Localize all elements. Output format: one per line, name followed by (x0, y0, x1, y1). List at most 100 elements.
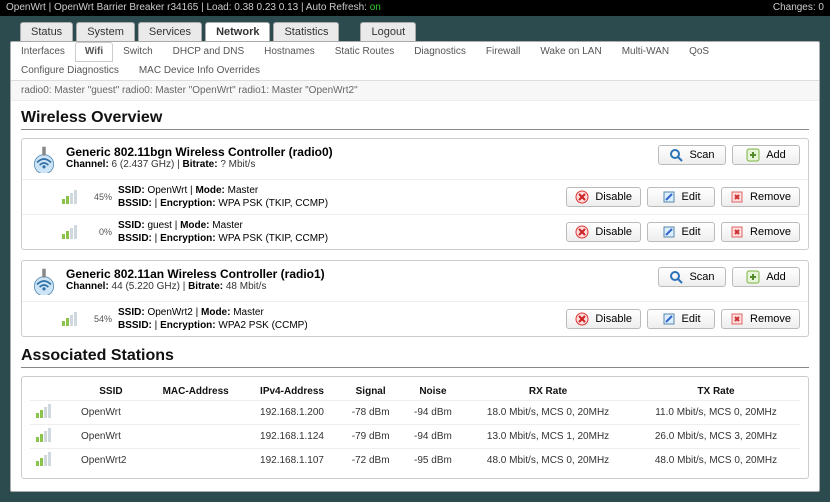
scan-button[interactable]: Scan (658, 145, 726, 165)
signal-bars-icon (62, 225, 82, 239)
cell-mac (147, 425, 245, 449)
radio-title: Generic 802.11bgn Wireless Controller (r… (66, 145, 333, 159)
signal-bars-icon (62, 190, 82, 204)
add-button[interactable]: Add (732, 267, 800, 287)
col-header: Signal (340, 383, 402, 401)
col-header: Noise (402, 383, 464, 401)
disable-icon (575, 312, 589, 326)
disable-icon (575, 190, 589, 204)
cell-ip: 192.168.1.124 (245, 425, 340, 449)
cell-ip: 192.168.1.107 (245, 449, 340, 473)
cell-noise: -95 dBm (402, 449, 464, 473)
subnav-diagnostics[interactable]: Diagnostics (404, 42, 476, 61)
subnav-static-routes[interactable]: Static Routes (325, 42, 404, 61)
station-row: OpenWrt2 192.168.1.107 -72 dBm -95 dBm 4… (30, 449, 800, 473)
remove-button[interactable]: Remove (721, 309, 800, 329)
tab-system[interactable]: System (76, 22, 135, 41)
associated-stations-table: SSIDMAC-AddressIPv4-AddressSignalNoiseRX… (30, 383, 800, 472)
disable-button[interactable]: Disable (566, 187, 641, 207)
remove-button[interactable]: Remove (721, 222, 800, 242)
subnav-qos[interactable]: QoS (679, 42, 719, 61)
edit-icon (662, 190, 676, 204)
col-header: TX Rate (632, 383, 800, 401)
edit-button[interactable]: Edit (647, 309, 715, 329)
subnav-multi-wan[interactable]: Multi-WAN (612, 42, 679, 61)
network-info: SSID: OpenWrt2 | Mode: MasterBSSID: | En… (118, 306, 566, 332)
subnav-hostnames[interactable]: Hostnames (254, 42, 325, 61)
add-button[interactable]: Add (732, 145, 800, 165)
disable-button[interactable]: Disable (566, 309, 641, 329)
signal-percent: 45% (86, 192, 112, 202)
subnav-switch[interactable]: Switch (113, 42, 162, 61)
subnav-wifi[interactable]: Wifi (75, 42, 113, 62)
subnav-wake-on-lan[interactable]: Wake on LAN (530, 42, 611, 61)
col-header: RX Rate (464, 383, 632, 401)
edit-icon (662, 312, 676, 326)
subnav-dhcp-and-dns[interactable]: DHCP and DNS (163, 42, 255, 61)
cell-ssid: OpenWrt2 (75, 449, 147, 473)
radio-card-1: Generic 802.11an Wireless Controller (ra… (21, 260, 809, 337)
signal-percent: 0% (86, 227, 112, 237)
radio-meta: Channel: 44 (5.220 GHz) | Bitrate: 48 Mb… (66, 281, 325, 292)
cell-signal: -79 dBm (340, 425, 402, 449)
autorefresh-state[interactable]: on (370, 2, 381, 13)
scan-button[interactable]: Scan (658, 267, 726, 287)
cell-rx: 48.0 Mbit/s, MCS 0, 20MHz (464, 449, 632, 473)
remove-button[interactable]: Remove (721, 187, 800, 207)
subnav-interfaces[interactable]: Interfaces (11, 42, 75, 61)
cell-tx: 11.0 Mbit/s, MCS 0, 20MHz (632, 401, 800, 425)
cell-signal: -78 dBm (340, 401, 402, 425)
subnav-mac-device-info-overrides[interactable]: MAC Device Info Overrides (129, 61, 270, 80)
add-icon (746, 270, 760, 284)
disable-icon (575, 225, 589, 239)
search-icon (669, 148, 683, 162)
cell-ip: 192.168.1.200 (245, 401, 340, 425)
wifi-controller-icon (30, 145, 58, 173)
cell-signal: -72 dBm (340, 449, 402, 473)
cell-ssid: OpenWrt (75, 425, 147, 449)
edit-button[interactable]: Edit (647, 222, 715, 242)
cell-tx: 48.0 Mbit/s, MCS 0, 20MHz (632, 449, 800, 473)
cell-mac (147, 449, 245, 473)
tab-services[interactable]: Services (138, 22, 202, 41)
network-row: 0% SSID: guest | Mode: MasterBSSID: | En… (22, 214, 808, 249)
sub-nav: InterfacesWifiSwitchDHCP and DNSHostname… (11, 42, 819, 81)
subnav-firewall[interactable]: Firewall (476, 42, 530, 61)
signal-bars-icon (62, 312, 82, 326)
changes-count[interactable]: Changes: 0 (773, 0, 824, 16)
radio-meta: Channel: 6 (2.437 GHz) | Bitrate: ? Mbit… (66, 159, 333, 170)
cell-ssid: OpenWrt (75, 401, 147, 425)
disable-button[interactable]: Disable (566, 222, 641, 242)
col-header (30, 383, 75, 401)
remove-icon (730, 190, 744, 204)
remove-icon (730, 312, 744, 326)
network-info: SSID: OpenWrt | Mode: MasterBSSID: | Enc… (118, 184, 566, 210)
cell-rx: 13.0 Mbit/s, MCS 1, 20MHz (464, 425, 632, 449)
signal-bars-icon (36, 428, 56, 442)
remove-icon (730, 225, 744, 239)
network-row: 45% SSID: OpenWrt | Mode: MasterBSSID: |… (22, 179, 808, 214)
signal-bars-icon (36, 452, 56, 466)
add-icon (746, 148, 760, 162)
tab-logout[interactable]: Logout (360, 22, 416, 41)
col-header: SSID (75, 383, 147, 401)
radio-summary-bar: radio0: Master "guest" radio0: Master "O… (11, 81, 819, 101)
edit-button[interactable]: Edit (647, 187, 715, 207)
col-header: MAC-Address (147, 383, 245, 401)
cell-tx: 26.0 Mbit/s, MCS 3, 20MHz (632, 425, 800, 449)
signal-percent: 54% (86, 314, 112, 324)
wifi-controller-icon (30, 267, 58, 295)
wireless-overview-heading: Wireless Overview (21, 109, 809, 130)
main-tabs: StatusSystemServicesNetworkStatistics Log… (20, 22, 820, 41)
tab-network[interactable]: Network (205, 22, 270, 41)
subnav-configure-diagnostics[interactable]: Configure Diagnostics (11, 61, 129, 80)
top-status-bar: OpenWrt | OpenWrt Barrier Breaker r34165… (0, 0, 830, 16)
radio-title: Generic 802.11an Wireless Controller (ra… (66, 267, 325, 281)
network-info: SSID: guest | Mode: MasterBSSID: | Encry… (118, 219, 566, 245)
cell-noise: -94 dBm (402, 401, 464, 425)
cell-rx: 18.0 Mbit/s, MCS 0, 20MHz (464, 401, 632, 425)
tab-status[interactable]: Status (20, 22, 73, 41)
network-row: 54% SSID: OpenWrt2 | Mode: MasterBSSID: … (22, 301, 808, 336)
tab-statistics[interactable]: Statistics (273, 22, 339, 41)
search-icon (669, 270, 683, 284)
